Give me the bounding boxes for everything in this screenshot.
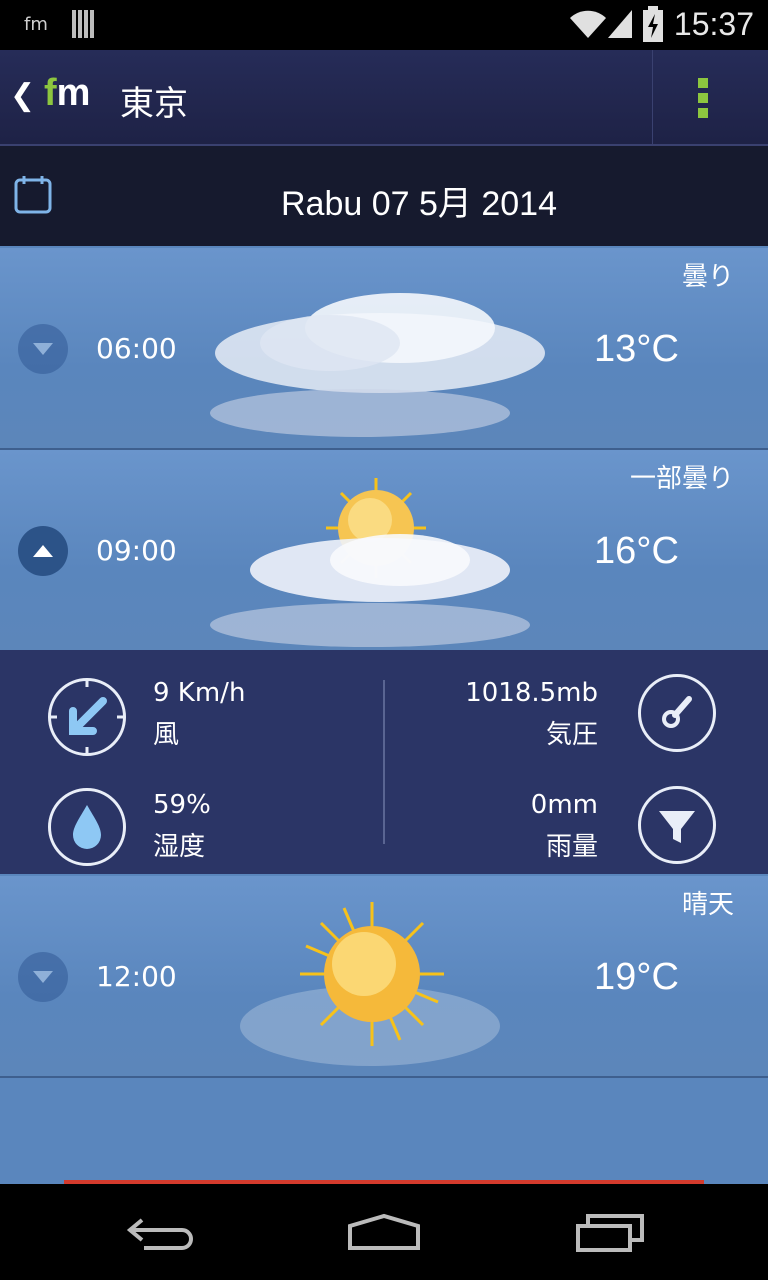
rain-value: 0mm bbox=[530, 790, 598, 820]
forecast-temperature: 16°C bbox=[594, 530, 679, 572]
forecast-time: 09:00 bbox=[96, 534, 177, 567]
chevron-down-icon bbox=[33, 971, 53, 983]
battery-charging-icon bbox=[643, 6, 663, 42]
date-bar: Rabu 07 5月 2014 bbox=[0, 146, 768, 246]
cloud-icon bbox=[210, 293, 545, 437]
status-time: 15:37 bbox=[673, 6, 754, 42]
wind-direction-icon bbox=[47, 677, 127, 757]
status-app-label: fm bbox=[24, 14, 48, 35]
notification-bars-icon bbox=[72, 10, 96, 38]
forecast-row[interactable]: 曇り 06:00 13°C bbox=[0, 248, 768, 450]
wind-label: 風 bbox=[153, 720, 180, 750]
details-divider bbox=[383, 680, 385, 844]
forecast-row[interactable]: 晴天 12:00 19°C bbox=[0, 876, 768, 1078]
gauge-icon bbox=[638, 674, 716, 752]
action-bar: ❮ fm 東京 bbox=[0, 50, 768, 146]
city-title: 東京 bbox=[120, 84, 188, 124]
collapse-toggle[interactable] bbox=[18, 526, 68, 576]
condition-label: 晴天 bbox=[681, 890, 734, 920]
humidity-label: 湿度 bbox=[153, 832, 206, 862]
recent-apps-nav-icon[interactable] bbox=[574, 1212, 646, 1256]
pressure-value: 1018.5mb bbox=[465, 678, 598, 708]
details-panel: 9 Km/h 風 59% 湿度 1018.5mb 気圧 0mm 雨量 bbox=[0, 650, 768, 874]
humidity-value: 59% bbox=[153, 790, 211, 820]
wifi-icon bbox=[570, 10, 606, 39]
expand-toggle[interactable] bbox=[18, 952, 68, 1002]
date-label: Rabu 07 5月 2014 bbox=[281, 185, 557, 223]
action-bar-divider bbox=[652, 50, 653, 144]
partly-cloudy-icon bbox=[210, 478, 530, 647]
expand-toggle[interactable] bbox=[18, 324, 68, 374]
status-bar: fm 15:37 bbox=[0, 0, 768, 50]
forecast-temperature: 13°C bbox=[594, 328, 679, 370]
forecast-temperature: 19°C bbox=[594, 956, 679, 998]
back-nav-icon[interactable] bbox=[124, 1214, 196, 1254]
rain-label: 雨量 bbox=[545, 832, 598, 862]
wind-value: 9 Km/h bbox=[153, 678, 246, 708]
chevron-down-icon bbox=[33, 343, 53, 355]
navigation-bar bbox=[0, 1184, 768, 1280]
sun-icon bbox=[240, 902, 500, 1066]
pressure-label: 気圧 bbox=[545, 720, 598, 750]
forecast-row-empty bbox=[0, 1078, 768, 1180]
chevron-up-icon bbox=[33, 545, 53, 557]
funnel-icon bbox=[638, 786, 716, 864]
forecast-row[interactable]: 一部曇り 09:00 16°C bbox=[0, 450, 768, 652]
overflow-menu-icon[interactable] bbox=[698, 78, 710, 118]
forecast-time: 06:00 bbox=[96, 332, 177, 365]
app-logo: fm bbox=[44, 72, 91, 114]
signal-icon bbox=[608, 10, 632, 38]
forecast-time: 12:00 bbox=[96, 960, 177, 993]
home-nav-icon[interactable] bbox=[346, 1212, 422, 1254]
condition-label: 曇り bbox=[681, 262, 734, 292]
back-button[interactable]: ❮ bbox=[10, 78, 35, 113]
water-drop-icon bbox=[48, 788, 126, 866]
condition-label: 一部曇り bbox=[629, 464, 734, 494]
